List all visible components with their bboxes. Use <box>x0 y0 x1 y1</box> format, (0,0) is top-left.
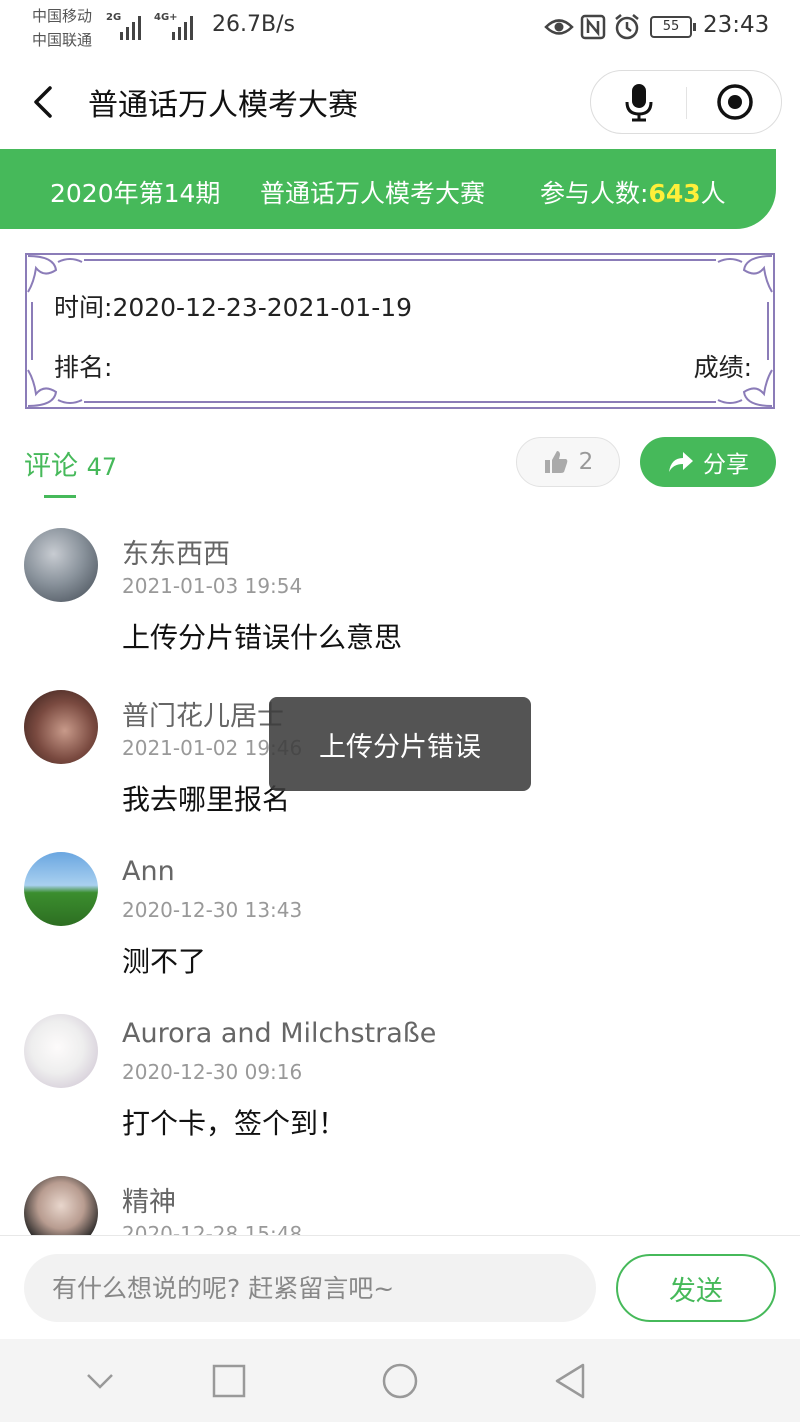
comment-item: Aurora and Milchstraße 2020-12-30 09:16 … <box>0 996 800 1158</box>
back-system-button[interactable] <box>545 1359 595 1403</box>
like-count: 2 <box>578 449 594 475</box>
exam-info-box: 时间:2020-12-23-2021-01-19 排名: 成绩: <box>24 252 776 410</box>
share-label: 分享 <box>703 452 749 478</box>
contest-banner: 2020年第14期 普通话万人模考大赛 参与人数:643人 <box>0 149 776 229</box>
close-miniapp-button[interactable] <box>687 71 782 133</box>
square-icon <box>212 1364 246 1398</box>
eye-icon <box>544 19 574 35</box>
contest-name: 普通话万人模考大赛 <box>260 179 486 208</box>
microphone-button[interactable] <box>591 71 686 133</box>
participants: 参与人数:643人 <box>540 174 726 210</box>
tab-underline <box>44 495 76 498</box>
rank-label: 排名: <box>54 353 113 382</box>
comment-text: 测不了 <box>122 945 207 978</box>
comments-tab-label: 评论 <box>24 451 78 482</box>
circle-icon <box>382 1363 418 1399</box>
comment-author: Aurora and Milchstraße <box>122 1018 437 1049</box>
comment-item: Ann 2020-12-30 13:43 测不了 <box>0 834 800 996</box>
time-value: 2020-12-23-2021-01-19 <box>112 293 413 322</box>
like-button[interactable]: 2 <box>516 437 620 487</box>
exam-time: 时间:2020-12-23-2021-01-19 <box>54 288 412 324</box>
avatar[interactable] <box>24 528 98 602</box>
avatar[interactable] <box>24 690 98 764</box>
time-label: 时间: <box>54 293 113 322</box>
comment-item: 精神 2020-12-28 15:48 <box>0 1158 800 1235</box>
comment-time: 2020-12-28 15:48 <box>122 1222 303 1235</box>
triangle-back-icon <box>555 1363 585 1399</box>
comment-author: 精神 <box>122 1187 176 1218</box>
back-button[interactable] <box>26 78 66 126</box>
comment-text: 上传分片错误什么意思 <box>122 621 403 654</box>
thumbs-up-icon <box>544 451 568 473</box>
comment-text: 我去哪里报名 <box>122 783 291 816</box>
microphone-icon <box>625 84 652 122</box>
comments-count: 47 <box>86 453 118 481</box>
comment-input-bar: 发送 <box>0 1235 800 1339</box>
participants-unit: 人 <box>700 179 726 208</box>
comment-time: 2021-01-03 19:54 <box>122 574 303 598</box>
recent-apps-button[interactable] <box>204 1359 254 1403</box>
miniapp-capsule <box>590 70 782 134</box>
comment-item: 东东西西 2021-01-03 19:54 上传分片错误什么意思 <box>0 510 800 672</box>
carrier-2: 中国联通 <box>32 31 93 49</box>
signal-icon <box>120 14 141 40</box>
clock: 23:43 <box>703 12 770 38</box>
participants-label: 参与人数: <box>540 179 649 208</box>
battery-indicator: 55 <box>650 16 696 38</box>
tab-comments[interactable]: 评论 47 <box>24 444 117 483</box>
comment-author: 普门花儿居士 <box>122 701 284 732</box>
comment-time: 2020-12-30 13:43 <box>122 898 303 922</box>
toast-message: 上传分片错误 <box>269 697 531 791</box>
share-arrow-icon <box>669 452 693 472</box>
comment-input[interactable] <box>24 1254 596 1322</box>
signal-icon-2 <box>172 14 193 40</box>
participants-count: 643 <box>648 179 701 208</box>
avatar[interactable] <box>24 852 98 926</box>
chevron-left-icon <box>34 86 52 118</box>
contest-issue: 2020年第14期 <box>50 179 221 208</box>
comment-list[interactable]: 东东西西 2021-01-03 19:54 上传分片错误什么意思 普门花儿居士 … <box>0 510 800 1235</box>
alarm-icon <box>615 14 639 40</box>
page-title: 普通话万人模考大赛 <box>88 88 358 123</box>
record-target-icon <box>716 84 753 120</box>
comment-text: 打个卡，签个到！ <box>122 1107 347 1140</box>
avatar[interactable] <box>24 1014 98 1088</box>
home-button[interactable] <box>375 1359 425 1403</box>
avatar[interactable] <box>24 1176 98 1235</box>
chevron-down-icon <box>87 1374 113 1389</box>
share-button[interactable]: 分享 <box>640 437 776 487</box>
nfc-icon <box>580 14 606 40</box>
navigation-bar: 普通话万人模考大赛 <box>0 56 800 148</box>
network-speed: 26.7B/s <box>212 12 295 37</box>
comment-author: 东东西西 <box>122 539 230 570</box>
hide-keyboard-button[interactable] <box>75 1359 125 1403</box>
status-bar: 中国移动 中国联通 2G 4G+ 26.7B/s 55 23:43 <box>0 0 800 56</box>
send-button[interactable]: 发送 <box>616 1254 776 1322</box>
carrier-1: 中国移动 <box>32 7 93 25</box>
network-type-1: 2G <box>106 12 122 23</box>
ornamental-frame <box>25 253 775 409</box>
score-label: 成绩: <box>693 353 752 382</box>
comment-time: 2020-12-30 09:16 <box>122 1060 303 1084</box>
system-navigation-bar <box>0 1339 800 1422</box>
comment-author: Ann <box>122 856 175 887</box>
